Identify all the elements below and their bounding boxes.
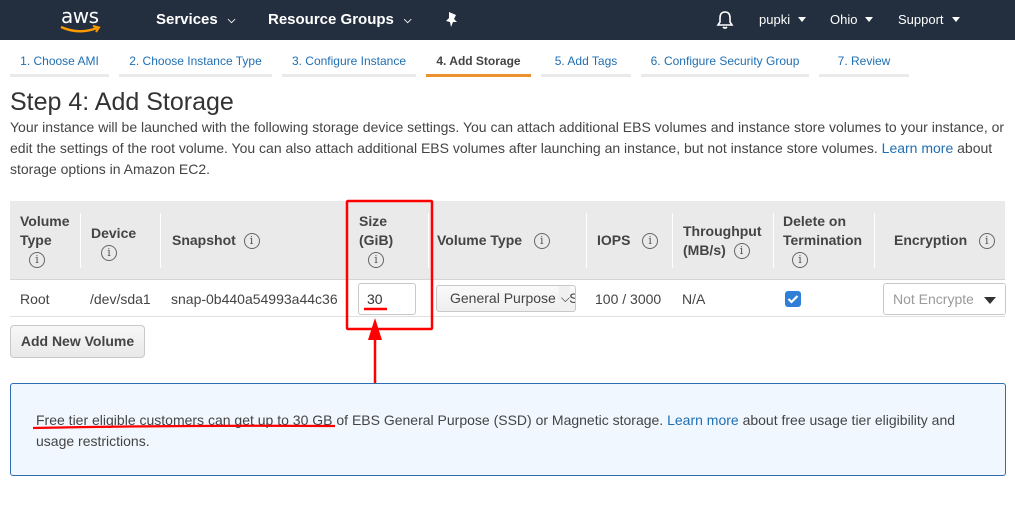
top-navigation-bar: aws Services ⌵ Resource Groups ⌵ pupki Ohi… xyxy=(0,0,1015,40)
header-throughput: Throughput (MB/s) i xyxy=(672,201,772,280)
chevron-down-icon: ⌵ xyxy=(227,15,236,26)
step-choose-ami[interactable]: 1. Choose AMI xyxy=(10,40,109,77)
wizard-steps: 1. Choose AMI 2. Choose Instance Type 3.… xyxy=(0,40,1015,78)
step-configure-instance[interactable]: 3. Configure Instance xyxy=(282,40,416,77)
aws-smile-icon xyxy=(60,25,101,33)
header-iops: IOPS i xyxy=(586,201,670,280)
step-add-storage[interactable]: 4. Add Storage xyxy=(426,40,531,77)
header-delete-on-termination: Delete on Termination i xyxy=(773,201,873,280)
region-menu[interactable]: Ohio xyxy=(830,0,874,40)
step-configure-security-group[interactable]: 6. Configure Security Group xyxy=(641,40,809,77)
learn-more-link[interactable]: Learn more xyxy=(882,140,954,156)
page-description: Your instance will be launched with the … xyxy=(10,117,1010,180)
info-icon[interactable]: i xyxy=(533,233,550,249)
cell-snapshot: snap-0b440a54993a44c36 xyxy=(171,291,338,307)
header-size: Size (GiB) i xyxy=(358,201,428,280)
cell-iops: 100 / 3000 xyxy=(595,291,662,307)
header-label: Type xyxy=(20,232,52,248)
account-menu[interactable]: pupki xyxy=(759,0,807,40)
resource-groups-menu[interactable]: Resource Groups ⌵ xyxy=(268,0,411,40)
info-icon[interactable]: i xyxy=(733,242,750,259)
annotation-arrow-head xyxy=(368,318,382,340)
info-icon[interactable]: i xyxy=(29,252,45,268)
step-review[interactable]: 7. Review xyxy=(819,40,909,77)
info-icon[interactable]: i xyxy=(642,233,659,249)
table-row: Root /dev/sda1 snap-0b440a54993a44c36 Ge… xyxy=(10,281,1006,317)
encryption-select[interactable]: Not Encrypted xyxy=(883,283,1006,315)
free-tier-text: Free tier eligible customers can get up … xyxy=(36,410,986,452)
aws-logo[interactable]: aws xyxy=(58,4,104,35)
pin-icon[interactable] xyxy=(444,11,460,29)
cell-device: /dev/sda1 xyxy=(90,291,151,307)
volume-type-select[interactable]: General Purpose SSD (gp2) ⌵ xyxy=(436,285,576,312)
header-label: Snapshot xyxy=(172,232,236,248)
header-label: Delete on xyxy=(783,213,847,229)
free-tier-text-middle: of EBS General Purpose (SSD) or Magnetic… xyxy=(332,412,668,428)
caret-down-icon xyxy=(865,17,874,22)
caret-down-icon xyxy=(798,17,807,22)
header-label: Throughput xyxy=(683,222,762,239)
info-icon[interactable]: i xyxy=(101,244,117,261)
support-menu[interactable]: Support xyxy=(898,0,960,40)
services-menu[interactable]: Services ⌵ xyxy=(156,0,235,40)
chevron-down-icon: ⌵ xyxy=(403,15,412,26)
caret-down-icon xyxy=(984,297,996,304)
info-icon[interactable]: i xyxy=(792,252,808,268)
region-name: Ohio xyxy=(830,12,858,27)
delete-on-termination-checkbox[interactable] xyxy=(785,291,801,307)
header-volume-type-select: Volume Type i xyxy=(428,201,586,280)
caret-down-icon xyxy=(951,17,960,22)
header-label: Size xyxy=(359,213,388,229)
description-text: Your instance will be launched with the … xyxy=(10,119,1005,156)
header-label: Encryption xyxy=(894,232,968,248)
account-name: pupki xyxy=(759,12,791,27)
header-label: Device xyxy=(91,224,137,241)
step-add-tags[interactable]: 5. Add Tags xyxy=(541,40,631,77)
volume-type-value: General Purpose SSD (gp2) xyxy=(450,290,575,306)
cell-volume-type: Root xyxy=(20,291,50,307)
encryption-value: Not Encrypted xyxy=(893,291,982,307)
header-label: Volume Type xyxy=(437,232,523,248)
info-icon[interactable]: i xyxy=(243,233,260,249)
free-tier-info-box: Free tier eligible customers can get up … xyxy=(10,383,1006,476)
header-label: IOPS xyxy=(597,232,631,248)
cell-throughput: N/A xyxy=(682,291,706,307)
resource-groups-label: Resource Groups xyxy=(268,11,394,28)
chevron-down-icon: ⌵ xyxy=(558,286,570,311)
header-snapshot: Snapshot i xyxy=(160,201,350,280)
page-title: Step 4: Add Storage xyxy=(10,88,234,116)
free-tier-learn-more-link[interactable]: Learn more xyxy=(667,412,739,428)
add-new-volume-button[interactable]: Add New Volume xyxy=(10,325,145,358)
services-label: Services xyxy=(156,11,218,28)
header-device: Device i xyxy=(80,201,158,280)
info-icon[interactable]: i xyxy=(368,252,384,268)
header-label: Volume xyxy=(20,213,70,229)
header-encryption: Encryption i xyxy=(874,201,1005,280)
header-volume-type: Volume Type i xyxy=(20,201,80,280)
size-input[interactable] xyxy=(358,283,416,315)
support-label: Support xyxy=(898,12,944,27)
step-choose-instance-type[interactable]: 2. Choose Instance Type xyxy=(119,40,272,77)
header-label: Termination xyxy=(783,232,863,248)
table-header: Volume Type i Device i Snapshot i Size (… xyxy=(10,201,1005,280)
header-label: (GiB) xyxy=(359,232,394,248)
bell-icon[interactable] xyxy=(716,10,734,30)
info-icon[interactable]: i xyxy=(978,233,995,249)
header-label: (MB/s) xyxy=(683,241,726,258)
checkmark-icon xyxy=(787,295,799,304)
free-tier-highlight: Free tier eligible customers can get up … xyxy=(36,412,333,428)
